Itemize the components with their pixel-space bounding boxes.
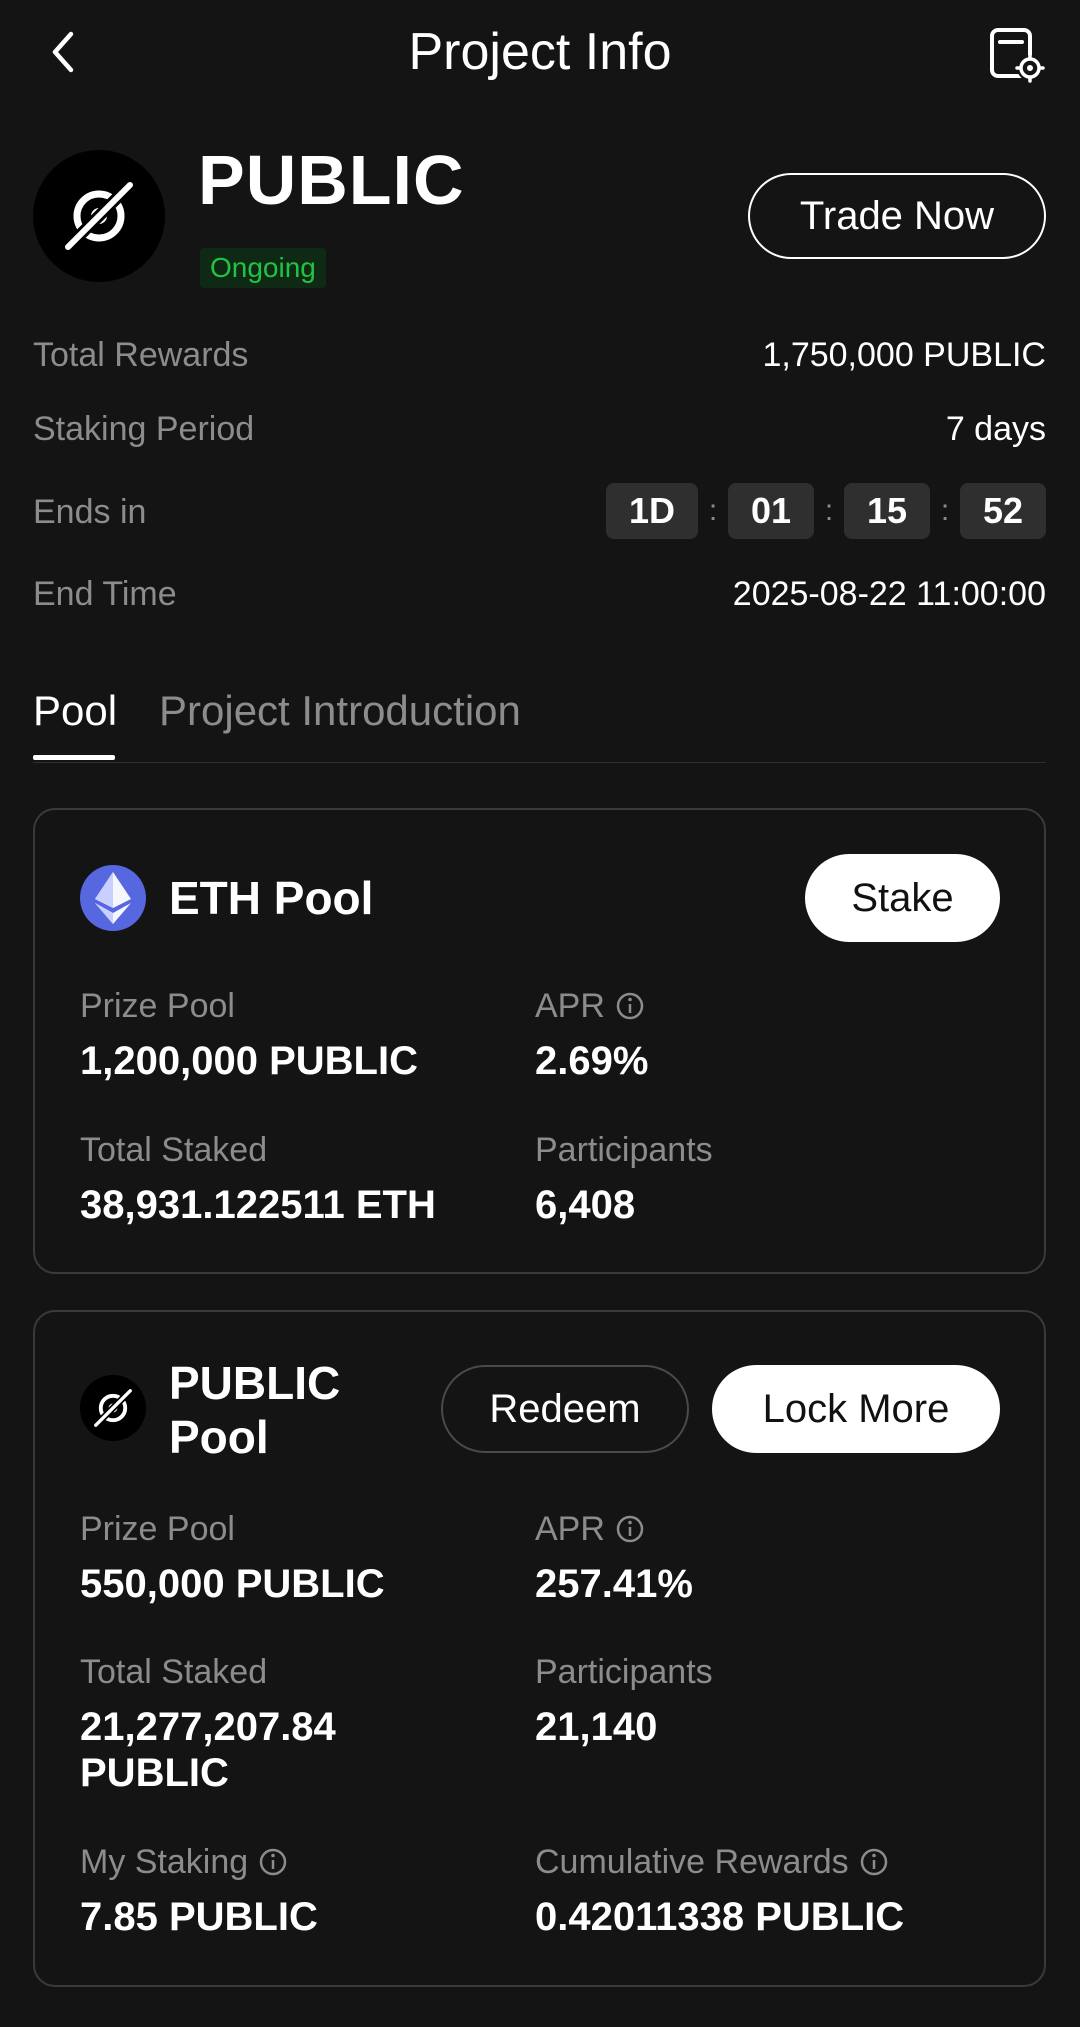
cumulative-rewards-label-text: Cumulative Rewards <box>535 1843 849 1881</box>
stake-button[interactable]: Stake <box>805 854 1000 942</box>
active-tab-indicator <box>33 755 115 760</box>
public-apr-label-text: APR <box>535 1510 605 1548</box>
end-time-label: End Time <box>33 575 177 613</box>
tab-project-introduction[interactable]: Project Introduction <box>159 686 521 736</box>
countdown-seconds: 52 <box>960 483 1046 539</box>
total-rewards-label: Total Rewards <box>33 336 249 374</box>
info-icon[interactable] <box>258 1847 288 1877</box>
end-time-value: 2025-08-22 11:00:00 <box>732 575 1046 613</box>
countdown-separator: : <box>940 494 950 527</box>
eth-apr-value: 2.69% <box>535 1039 649 1083</box>
eth-prize-pool-label: Prize Pool <box>80 987 235 1025</box>
my-staking-label-text: My Staking <box>80 1843 249 1881</box>
info-icon[interactable] <box>859 1847 889 1877</box>
public-pool-icon <box>80 1375 146 1441</box>
staking-period-value: 7 days <box>945 410 1046 448</box>
info-icon[interactable] <box>615 1514 645 1544</box>
public-participants-label: Participants <box>535 1653 713 1691</box>
eth-apr-label: APR <box>535 985 645 1027</box>
cumulative-rewards-label: Cumulative Rewards <box>535 1841 889 1883</box>
document-settings-icon <box>990 28 1045 83</box>
countdown-hours: 01 <box>728 483 814 539</box>
my-staking-label: My Staking <box>80 1841 288 1883</box>
eth-prize-pool-value: 1,200,000 PUBLIC <box>80 1039 418 1083</box>
eth-apr-label-text: APR <box>535 987 605 1025</box>
countdown-separator: : <box>824 494 834 527</box>
info-icon[interactable] <box>615 991 645 1021</box>
countdown-separator: : <box>708 494 718 527</box>
public-total-staked-label: Total Staked <box>80 1653 268 1691</box>
eth-icon <box>80 865 146 931</box>
status-badge: Ongoing <box>200 248 326 288</box>
public-prize-pool-label: Prize Pool <box>80 1510 235 1548</box>
trade-now-button[interactable]: Trade Now <box>748 173 1046 259</box>
public-total-staked-value-line1: 21,277,207.84 <box>80 1705 336 1749</box>
eth-participants-label: Participants <box>535 1131 713 1169</box>
ends-in-label: Ends in <box>33 493 147 531</box>
project-logo <box>33 150 165 282</box>
total-rewards-value: 1,750,000 PUBLIC <box>762 336 1046 374</box>
public-apr-label: APR <box>535 1508 645 1550</box>
countdown-minutes: 15 <box>844 483 930 539</box>
eth-pool-title: ETH Pool <box>169 872 374 924</box>
project-name: PUBLIC <box>198 141 465 219</box>
eth-total-staked-value: 38,931.122511 ETH <box>80 1183 436 1227</box>
public-pool-title-line1: PUBLIC <box>169 1357 341 1409</box>
public-pool-title-line2: Pool <box>169 1411 269 1463</box>
countdown-timer: 1D : 01 : 15 : 52 <box>606 483 1046 539</box>
settings-button[interactable] <box>986 24 1046 84</box>
tabs-divider <box>33 762 1046 763</box>
eth-participants-value: 6,408 <box>535 1183 636 1227</box>
cumulative-rewards-value: 0.42011338 PUBLIC <box>535 1895 905 1939</box>
tab-pool[interactable]: Pool <box>33 686 117 736</box>
page-title: Project Info <box>408 23 672 81</box>
public-total-staked-value-line2: PUBLIC <box>80 1751 229 1795</box>
public-logo-icon <box>60 177 138 255</box>
eth-total-staked-label: Total Staked <box>80 1131 268 1169</box>
redeem-button[interactable]: Redeem <box>441 1365 689 1453</box>
my-staking-value: 7.85 PUBLIC <box>80 1895 318 1939</box>
lock-more-button[interactable]: Lock More <box>712 1365 1000 1453</box>
countdown-days: 1D <box>606 483 698 539</box>
public-apr-value: 257.41% <box>535 1562 693 1606</box>
public-participants-value: 21,140 <box>535 1705 658 1749</box>
staking-period-label: Staking Period <box>33 410 255 448</box>
public-prize-pool-value: 550,000 PUBLIC <box>80 1562 385 1606</box>
